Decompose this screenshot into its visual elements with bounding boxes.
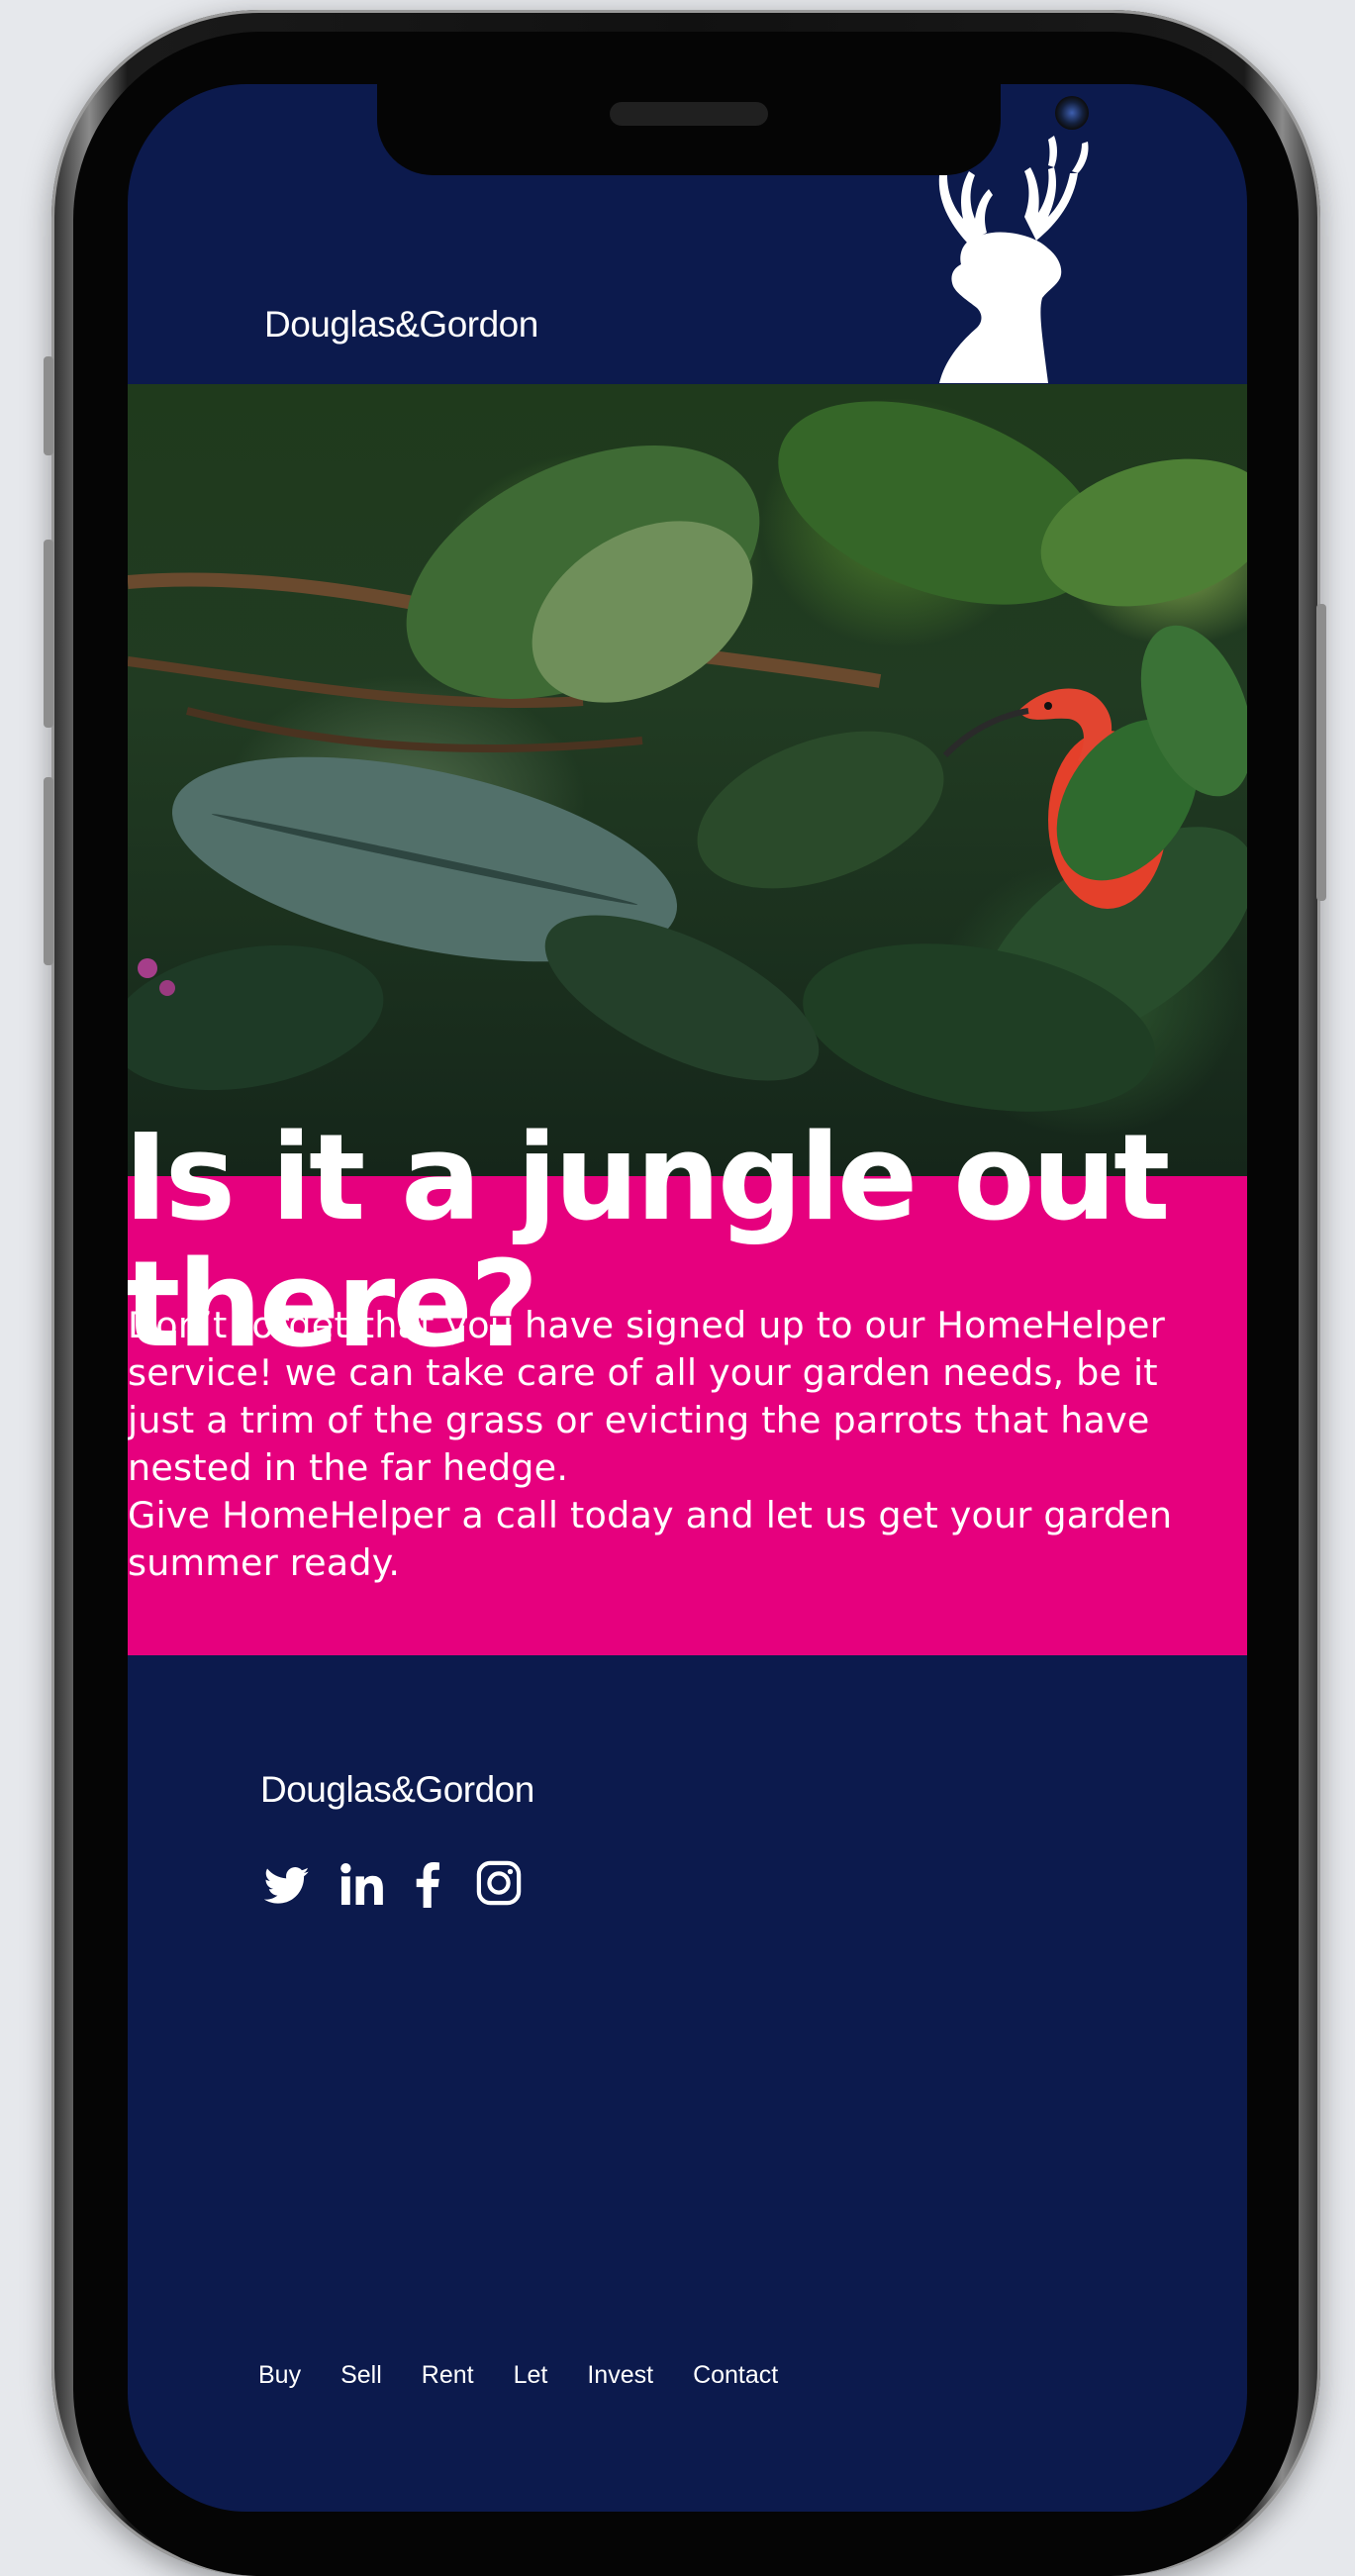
instagram-icon[interactable] — [476, 1860, 522, 1906]
nav-link-rent[interactable]: Rent — [422, 2361, 474, 2390]
nav-link-buy[interactable]: Buy — [258, 2361, 301, 2390]
body-line: just a trim of the grass or evicting the… — [128, 1399, 1150, 1441]
nav-link-invest[interactable]: Invest — [587, 2361, 653, 2390]
body-line: Don’t forget that you have signed up to … — [128, 1304, 1165, 1346]
notch — [377, 84, 1089, 175]
hero-image — [128, 384, 1247, 1176]
body-line: Give HomeHelper a call today and let us … — [128, 1494, 1173, 1536]
nav-link-sell[interactable]: Sell — [340, 2361, 382, 2390]
headline-line-1: Is it a jungle out — [128, 1110, 1170, 1247]
nav-link-contact[interactable]: Contact — [693, 2361, 778, 2390]
facebook-icon[interactable] — [415, 1862, 440, 1908]
body-line: summer ready. — [128, 1541, 401, 1584]
power-button — [1316, 604, 1326, 901]
footer-brand-logo[interactable]: Douglas&Gordon — [260, 1769, 534, 1811]
speaker-grille — [610, 102, 768, 126]
front-camera — [1055, 96, 1089, 130]
header-brand-logo[interactable]: Douglas&Gordon — [264, 304, 538, 346]
body-line: nested in the far hedge. — [128, 1446, 569, 1489]
email-screen: Douglas&Gordon Is it a jungle out there?… — [128, 84, 1247, 2512]
footer-nav: Buy Sell Rent Let Invest Contact — [258, 2361, 818, 2390]
body-line: service! we can take care of all your ga… — [128, 1351, 1158, 1394]
twitter-icon[interactable] — [264, 1866, 310, 1906]
volume-down-button — [44, 777, 53, 965]
volume-up-button — [44, 540, 53, 728]
jungle-scene — [128, 401, 1247, 1112]
mute-switch — [44, 356, 53, 455]
nav-link-let[interactable]: Let — [514, 2361, 548, 2390]
message-body: Don’t forget that you have signed up to … — [128, 1302, 1247, 1587]
linkedin-icon[interactable] — [339, 1862, 385, 1906]
